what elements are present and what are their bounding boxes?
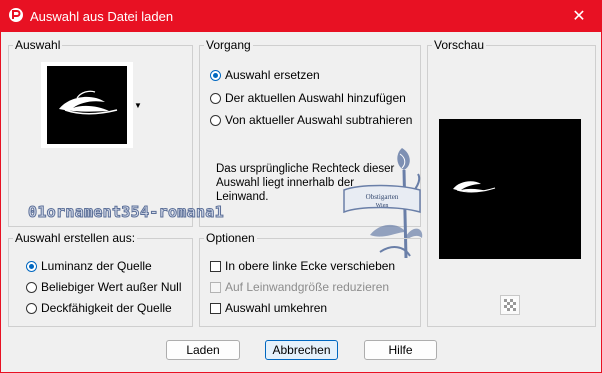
checkbox-indicator xyxy=(210,281,221,293)
radio-label: Auswahl ersetzen xyxy=(225,68,320,82)
checkbox-label: In obere linke Ecke verschieben xyxy=(225,259,396,273)
transparency-toggle-button[interactable] xyxy=(500,295,520,315)
cancel-button[interactable]: Abbrechen xyxy=(265,340,338,360)
selection-thumbnail[interactable] xyxy=(41,62,133,148)
preview-canvas xyxy=(439,119,581,259)
checkbox-indicator xyxy=(210,302,221,314)
ornament-leaf-icon xyxy=(59,90,118,115)
vorschau-group-label: Vorschau xyxy=(432,38,487,52)
radio-indicator xyxy=(26,260,37,272)
title-bar: Auswahl aus Datei laden ✕ xyxy=(0,0,602,32)
checkbox-move-top-left[interactable]: In obere linke Ecke verschieben xyxy=(210,259,395,273)
radio-label: Luminanz der Quelle xyxy=(41,259,152,273)
window-title: Auswahl aus Datei laden xyxy=(30,9,174,24)
radio-add-to-selection[interactable]: Der aktuellen Auswahl hinzufügen xyxy=(210,91,406,105)
radio-replace-selection[interactable]: Auswahl ersetzen xyxy=(210,68,320,82)
close-button[interactable]: ✕ xyxy=(556,0,602,32)
help-button[interactable]: Hilfe xyxy=(364,340,437,360)
vorgang-group-label: Vorgang xyxy=(204,38,253,52)
erstellen-group-label: Auswahl erstellen aus: xyxy=(13,231,138,245)
radio-source-luminance[interactable]: Luminanz der Quelle xyxy=(26,259,152,273)
checkerboard-icon xyxy=(504,299,516,311)
radio-subtract-from-selection[interactable]: Von aktueller Auswahl subtrahieren xyxy=(210,113,412,127)
radio-label: Der aktuellen Auswahl hinzufügen xyxy=(225,91,406,105)
auswahl-group-label: Auswahl xyxy=(13,38,63,52)
radio-any-nonzero[interactable]: Beliebiger Wert außer Null xyxy=(26,280,182,294)
watermark-stamp-line1: Obstigarten xyxy=(366,193,399,201)
watermark-text: 01ornament354-romana1 xyxy=(28,203,225,222)
checkbox-label: Auswahl umkehren xyxy=(225,301,328,315)
radio-label: Beliebiger Wert außer Null xyxy=(41,280,182,294)
checkbox-indicator xyxy=(210,260,221,272)
radio-source-opacity[interactable]: Deckfähigkeit der Quelle xyxy=(26,301,172,315)
thumbnail-dropdown-arrow[interactable]: ▼ xyxy=(134,101,142,110)
radio-label: Von aktueller Auswahl subtrahieren xyxy=(225,113,413,127)
load-button[interactable]: Laden xyxy=(166,340,240,360)
radio-indicator xyxy=(210,92,221,104)
radio-indicator xyxy=(210,69,221,81)
checkbox-invert-selection[interactable]: Auswahl umkehren xyxy=(210,301,327,315)
close-icon: ✕ xyxy=(572,8,586,25)
optionen-group-label: Optionen xyxy=(204,231,257,245)
radio-indicator xyxy=(210,114,221,126)
checkbox-reduce-to-canvas[interactable]: Auf Leinwandgröße reduzieren xyxy=(210,280,389,294)
preview-ornament-icon xyxy=(453,181,496,193)
radio-label: Deckfähigkeit der Quelle xyxy=(41,301,172,315)
checkbox-label: Auf Leinwandgröße reduzieren xyxy=(225,280,390,294)
radio-indicator xyxy=(26,281,37,293)
watermark-stamp-line2: Wien xyxy=(376,203,389,209)
app-icon xyxy=(9,8,23,22)
radio-indicator xyxy=(26,302,37,314)
